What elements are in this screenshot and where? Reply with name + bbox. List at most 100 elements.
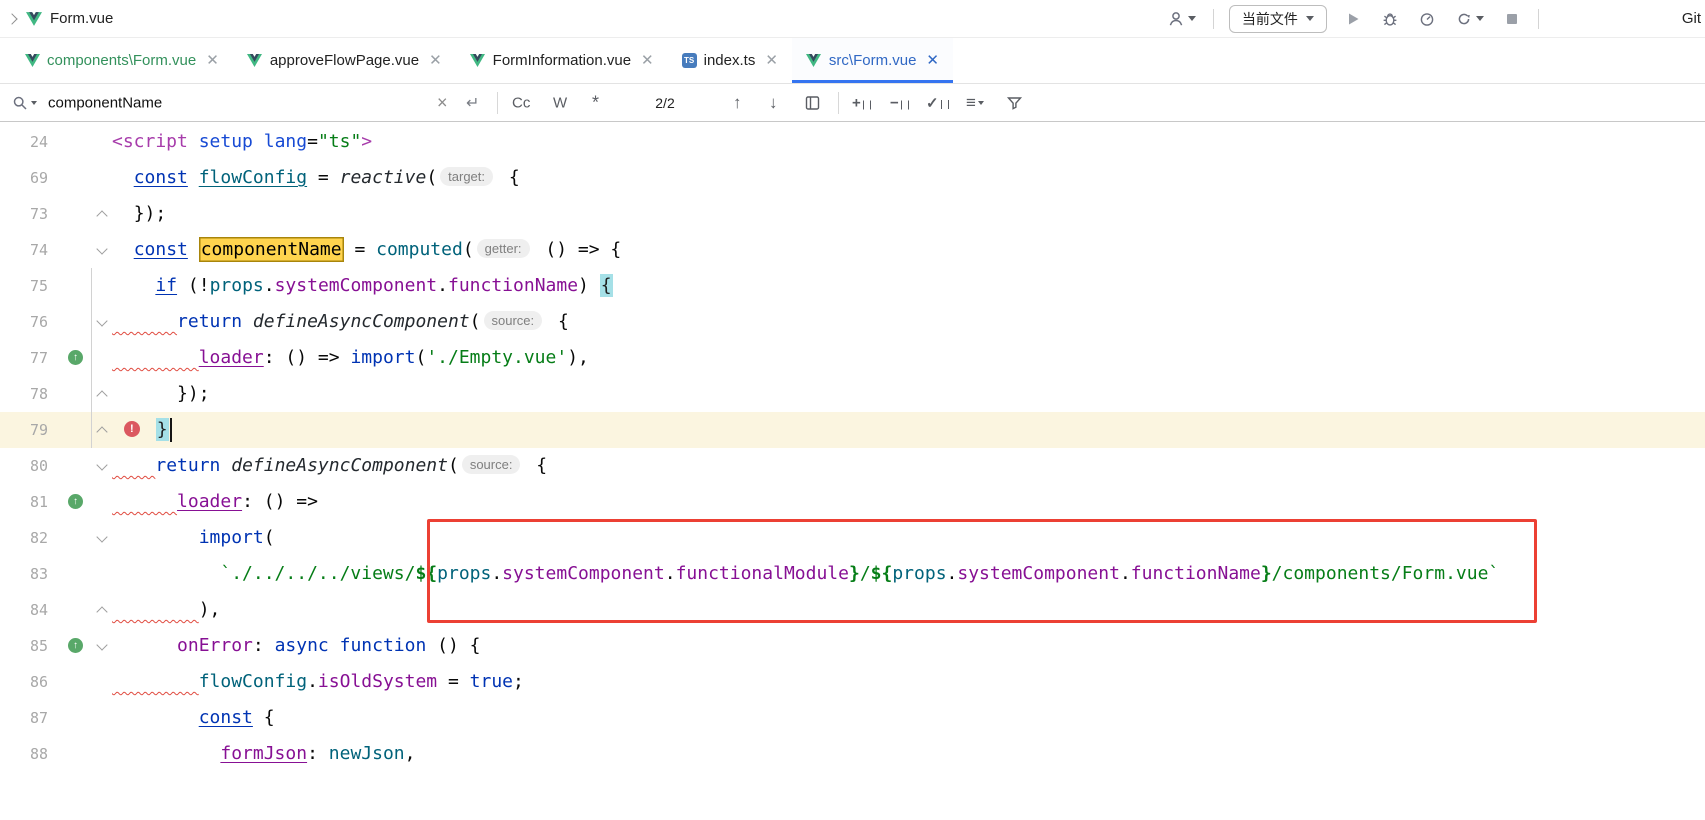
previous-occurrence-button[interactable]: ↑ <box>733 93 742 113</box>
implements-gutter-icon[interactable]: ↑ <box>68 494 83 509</box>
line-number[interactable]: 78 <box>0 376 48 412</box>
error-icon[interactable]: ! <box>124 421 140 437</box>
tab-close-icon[interactable]: ✕ <box>765 53 778 68</box>
line-number[interactable]: 75 <box>0 268 48 304</box>
fold-down-icon[interactable] <box>96 315 107 326</box>
implements-gutter-icon[interactable]: ↑ <box>68 638 83 653</box>
code-line-24[interactable]: 24 <script setup lang="ts"> <box>0 124 1705 160</box>
code-text[interactable]: return defineAsyncComponent(source: { <box>110 448 1705 484</box>
code-text[interactable]: }); <box>110 196 1705 232</box>
line-number[interactable]: 86 <box>0 664 48 700</box>
tab-components-form-vue[interactable]: components\Form.vue✕ <box>10 38 233 83</box>
code-line-75[interactable]: 75 if (!props.systemComponent.functionNa… <box>0 268 1705 304</box>
code-text[interactable]: `./../../../views/${props.systemComponen… <box>110 556 1705 592</box>
search-field-button[interactable] <box>12 95 37 111</box>
line-number[interactable]: 73 <box>0 196 48 232</box>
code-line-76[interactable]: 76 return defineAsyncComponent(source: { <box>0 304 1705 340</box>
line-number[interactable]: 87 <box>0 700 48 736</box>
fold-down-icon[interactable] <box>96 639 107 650</box>
tab-index-ts[interactable]: TSindex.ts✕ <box>668 38 792 83</box>
tab-close-icon[interactable]: ✕ <box>429 53 442 68</box>
search-options-button[interactable]: ≡ <box>966 93 984 113</box>
search-match-highlight[interactable]: componentName <box>199 237 344 262</box>
code-text[interactable]: if (!props.systemComponent.functionName)… <box>110 268 1705 304</box>
line-number[interactable]: 24 <box>0 124 48 160</box>
line-number[interactable]: 79 <box>0 412 48 448</box>
fold-up-icon[interactable] <box>96 210 107 221</box>
code-line-73[interactable]: 73 }); <box>0 196 1705 232</box>
newline-icon[interactable]: ↵ <box>466 93 479 113</box>
tab-close-icon[interactable]: ✕ <box>926 53 939 68</box>
line-number[interactable]: 84 <box>0 592 48 628</box>
open-in-find-window-button[interactable] <box>804 94 821 111</box>
tab-close-icon[interactable]: ✕ <box>641 53 654 68</box>
code-editor[interactable]: 24<script setup lang="ts">69 const flowC… <box>0 122 1705 772</box>
fold-up-icon[interactable] <box>96 606 107 617</box>
debug-button[interactable] <box>1379 8 1401 30</box>
tab-close-icon[interactable]: ✕ <box>206 53 219 68</box>
user-profile-button[interactable] <box>1165 8 1198 30</box>
rerun-button[interactable] <box>1453 8 1486 30</box>
code-line-86[interactable]: 86 flowConfig.isOldSystem = true; <box>0 664 1705 700</box>
next-occurrence-button[interactable]: ↓ <box>769 93 778 113</box>
code-text[interactable]: ! } <box>110 412 1705 448</box>
line-number[interactable]: 76 <box>0 304 48 340</box>
select-all-occurrences-button[interactable]: ✓ <box>926 94 949 112</box>
parameter-hint-inlay[interactable]: source: <box>462 455 521 474</box>
code-line-83[interactable]: 83 `./../../../views/${props.systemCompo… <box>0 556 1705 592</box>
search-input[interactable]: componentName <box>48 94 162 111</box>
parameter-hint-inlay[interactable]: getter: <box>477 239 530 258</box>
code-line-81[interactable]: 81↑ loader: () => <box>0 484 1705 520</box>
whole-words-toggle[interactable]: W <box>553 94 567 111</box>
tab-forminformation-vue[interactable]: FormInformation.vue✕ <box>456 38 668 83</box>
code-line-77[interactable]: 77↑ loader: () => import('./Empty.vue'), <box>0 340 1705 376</box>
code-line-87[interactable]: 87 const { <box>0 700 1705 736</box>
match-case-toggle[interactable]: Cc <box>512 94 530 111</box>
code-line-79[interactable]: 79 ! } <box>0 412 1705 448</box>
code-text[interactable]: const flowConfig = reactive(target: { <box>110 160 1705 196</box>
fold-down-icon[interactable] <box>96 531 107 542</box>
fold-up-icon[interactable] <box>96 426 107 437</box>
code-line-82[interactable]: 82 import( <box>0 520 1705 556</box>
remove-occurrence-button[interactable]: − <box>890 94 909 111</box>
code-line-80[interactable]: 80 return defineAsyncComponent(source: { <box>0 448 1705 484</box>
run-button[interactable] <box>1342 8 1364 30</box>
code-text[interactable]: loader: () => import('./Empty.vue'), <box>110 340 1705 376</box>
line-number[interactable]: 85 <box>0 628 48 664</box>
code-text[interactable]: onError: async function () { <box>110 628 1705 664</box>
fold-up-icon[interactable] <box>96 390 107 401</box>
line-number[interactable]: 83 <box>0 556 48 592</box>
code-text[interactable]: formJson: newJson, <box>110 736 1705 772</box>
parameter-hint-inlay[interactable]: target: <box>440 167 493 186</box>
code-text[interactable]: import( <box>110 520 1705 556</box>
code-text[interactable]: }); <box>110 376 1705 412</box>
code-text[interactable]: return defineAsyncComponent(source: { <box>110 304 1705 340</box>
line-number[interactable]: 82 <box>0 520 48 556</box>
code-line-84[interactable]: 84 ), <box>0 592 1705 628</box>
code-text[interactable]: ), <box>110 592 1705 628</box>
code-text[interactable]: const { <box>110 700 1705 736</box>
line-number[interactable]: 81 <box>0 484 48 520</box>
run-config-selector[interactable]: 当前文件 <box>1229 5 1327 33</box>
filter-button[interactable] <box>1006 94 1023 111</box>
regex-toggle[interactable]: * <box>592 92 599 113</box>
code-text[interactable]: const componentName = computed(getter: (… <box>110 232 1705 268</box>
code-line-74[interactable]: 74 const componentName = computed(getter… <box>0 232 1705 268</box>
code-text[interactable]: <script setup lang="ts"> <box>110 124 1705 160</box>
expand-chevron-icon[interactable] <box>6 13 17 24</box>
stop-button[interactable] <box>1501 8 1523 30</box>
line-number[interactable]: 69 <box>0 160 48 196</box>
tab-src-form-vue[interactable]: src\Form.vue✕ <box>792 38 953 83</box>
line-number[interactable]: 74 <box>0 232 48 268</box>
profiler-button[interactable] <box>1416 8 1438 30</box>
add-occurrence-button[interactable]: + <box>852 94 871 111</box>
fold-down-icon[interactable] <box>96 459 107 470</box>
tab-approveflowpage-vue[interactable]: approveFlowPage.vue✕ <box>233 38 456 83</box>
code-line-88[interactable]: 88 formJson: newJson, <box>0 736 1705 772</box>
code-line-69[interactable]: 69 const flowConfig = reactive(target: { <box>0 160 1705 196</box>
fold-down-icon[interactable] <box>96 243 107 254</box>
parameter-hint-inlay[interactable]: source: <box>484 311 543 330</box>
code-text[interactable]: flowConfig.isOldSystem = true; <box>110 664 1705 700</box>
line-number[interactable]: 88 <box>0 736 48 772</box>
line-number[interactable]: 80 <box>0 448 48 484</box>
